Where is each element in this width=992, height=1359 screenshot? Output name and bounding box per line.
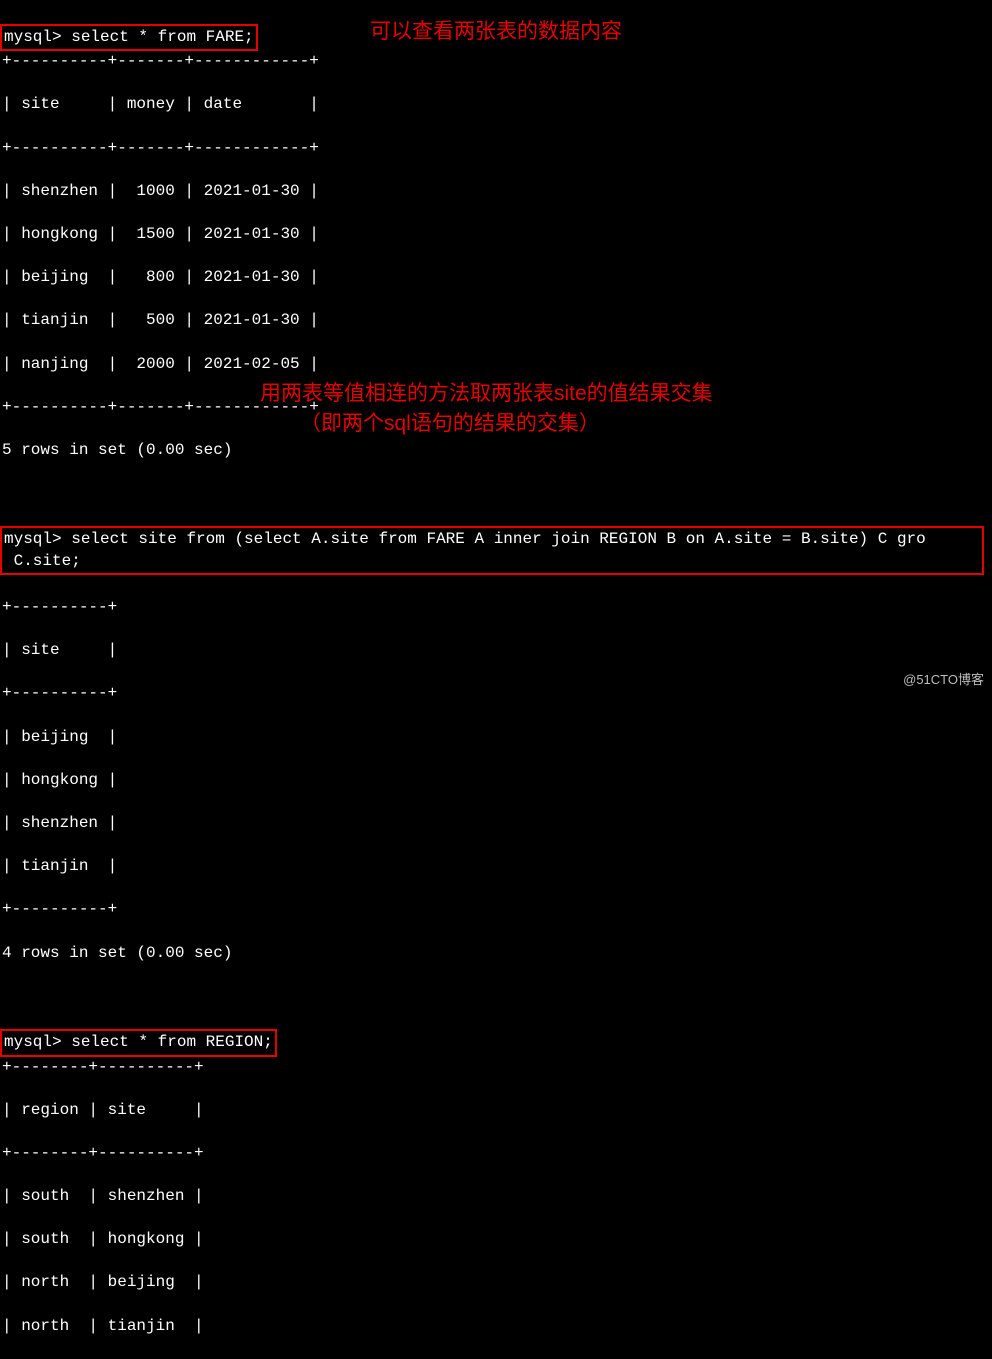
region-sep-top: +--------+----------+ (2, 1057, 990, 1079)
prompt: mysql> (4, 530, 62, 548)
site-row: | beijing | (2, 727, 990, 749)
annotation-2: 用两表等值相连的方法取两张表site的值结果交集 (260, 380, 713, 408)
annotation-1: 可以查看两张表的数据内容 (370, 18, 622, 46)
fare-row: | shenzhen | 1000 | 2021-01-30 | (2, 181, 990, 203)
query-2-highlight: mysql> select site from (select A.site f… (0, 526, 984, 575)
site-header: | site | (2, 640, 990, 662)
annotation-3: （即两个sql语句的结果的交集） (300, 410, 600, 438)
site-sep-top: +----------+ (2, 597, 990, 619)
fare-row: | nanjing | 2000 | 2021-02-05 | (2, 354, 990, 376)
region-row: | south | shenzhen | (2, 1186, 990, 1208)
region-header: | region | site | (2, 1100, 990, 1122)
terminal-output: mysql> select * from FARE; +----------+-… (2, 2, 990, 1359)
site-sep-bot: +----------+ (2, 899, 990, 921)
site-footer: 4 rows in set (0.00 sec) (2, 943, 990, 965)
fare-row: | hongkong | 1500 | 2021-01-30 | (2, 224, 990, 246)
region-sep-mid: +--------+----------+ (2, 1143, 990, 1165)
fare-sep-top: +----------+-------+------------+ (2, 51, 990, 73)
watermark: @51CTO博客 (903, 671, 984, 689)
site-row: | shenzhen | (2, 813, 990, 835)
site-sep-mid: +----------+ (2, 683, 990, 705)
region-row: | north | beijing | (2, 1272, 990, 1294)
fare-footer: 5 rows in set (0.00 sec) (2, 440, 990, 462)
site-row: | tianjin | (2, 856, 990, 878)
prompt: mysql> (4, 28, 62, 46)
fare-row: | beijing | 800 | 2021-01-30 | (2, 267, 990, 289)
fare-row: | tianjin | 500 | 2021-01-30 | (2, 310, 990, 332)
prompt: mysql> (4, 1033, 62, 1051)
region-row: | north | tianjin | (2, 1316, 990, 1338)
query-3-highlight: mysql> select * from REGION; (0, 1029, 277, 1057)
query-2-line2: C.site; (4, 552, 81, 570)
fare-sep-mid: +----------+-------+------------+ (2, 138, 990, 160)
site-row: | hongkong | (2, 770, 990, 792)
region-row: | south | hongkong | (2, 1229, 990, 1251)
query-2-line1: select site from (select A.site from FAR… (71, 530, 926, 548)
query-1-highlight: mysql> select * from FARE; (0, 24, 258, 52)
query-1: select * from FARE; (71, 28, 253, 46)
fare-header: | site | money | date | (2, 94, 990, 116)
query-3: select * from REGION; (71, 1033, 273, 1051)
